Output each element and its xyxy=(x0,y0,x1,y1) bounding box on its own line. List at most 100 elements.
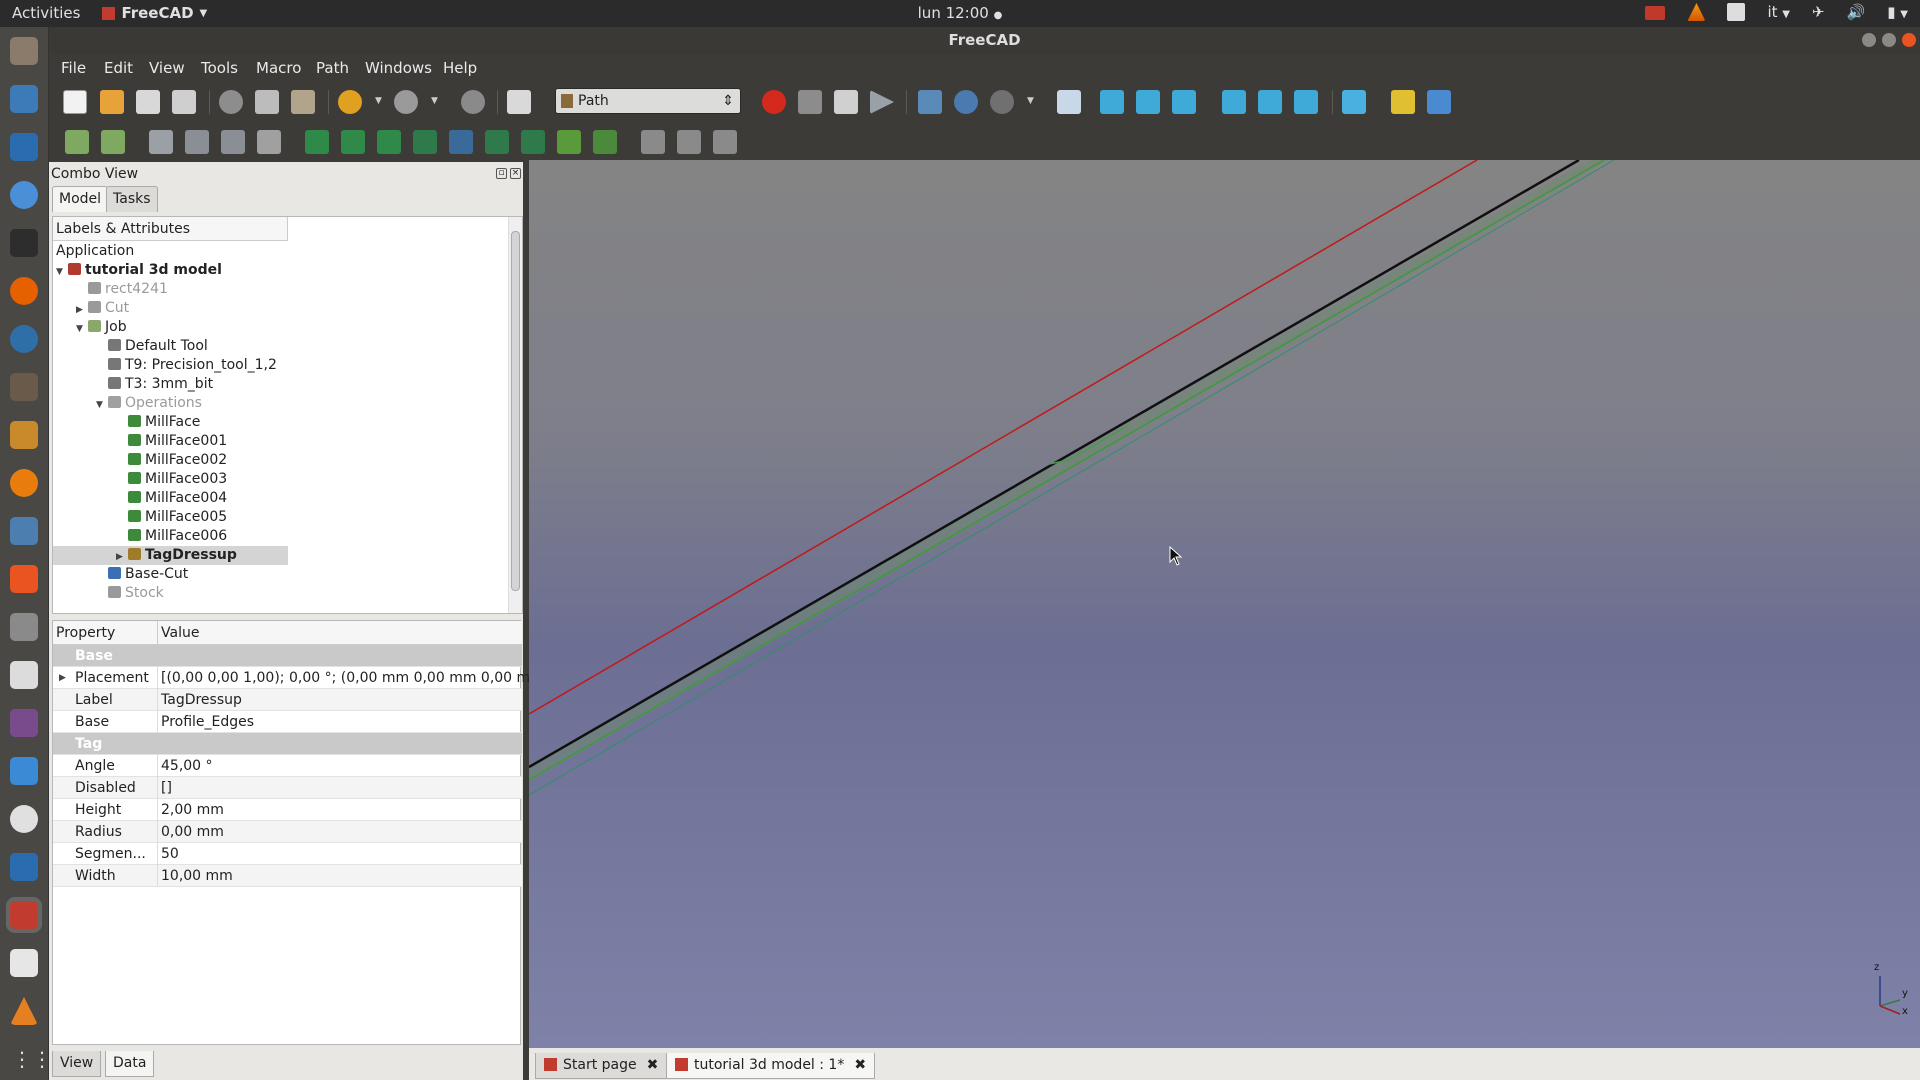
dressup-tool-icon[interactable] xyxy=(641,130,665,154)
menu-macro[interactable]: Macro xyxy=(256,59,301,77)
menu-windows[interactable]: Windows xyxy=(365,59,432,77)
macro-edit-icon[interactable] xyxy=(834,90,858,114)
job-create-icon[interactable] xyxy=(65,130,89,154)
menu-view[interactable]: View xyxy=(149,59,185,77)
expand-arrow-icon[interactable]: ▶ xyxy=(59,667,66,689)
property-row[interactable]: Segmen... 50 xyxy=(53,843,522,865)
tree-item[interactable]: MillFace003 xyxy=(53,470,288,489)
property-value[interactable]: TagDressup xyxy=(157,689,242,711)
workbench-selector[interactable]: Path ⇕ xyxy=(555,88,741,114)
minimize-icon[interactable] xyxy=(1862,33,1876,47)
job-export-icon[interactable] xyxy=(101,130,125,154)
millface-tool-icon[interactable] xyxy=(413,130,437,154)
freecad-launcher-icon[interactable] xyxy=(10,901,38,929)
close-tab-icon[interactable]: ✖ xyxy=(647,1057,659,1073)
array-icon[interactable] xyxy=(677,130,701,154)
isometric-view-icon[interactable] xyxy=(1057,90,1081,114)
tree-item[interactable]: ▼ Job xyxy=(53,318,288,337)
bottom-view-icon[interactable] xyxy=(1258,90,1282,114)
measure-icon[interactable] xyxy=(1342,90,1366,114)
menu-help[interactable]: Help xyxy=(443,59,477,77)
profile-icon[interactable] xyxy=(305,130,329,154)
property-row[interactable]: Label TagDressup xyxy=(53,689,522,711)
tree-item[interactable]: ▼ Operations xyxy=(53,394,288,413)
tab-start-page[interactable]: Start page ✖ xyxy=(535,1053,668,1079)
tree-item[interactable]: MillFace xyxy=(53,413,288,432)
tab-model[interactable]: Model xyxy=(52,186,109,212)
close-tab-icon[interactable]: ✖ xyxy=(854,1057,866,1073)
menu-file[interactable]: File xyxy=(61,59,86,77)
maximize-icon[interactable] xyxy=(1882,33,1896,47)
property-value[interactable]: 50 xyxy=(157,843,179,865)
tools-icon[interactable] xyxy=(10,613,38,641)
app-menu[interactable]: FreeCAD ▼ xyxy=(102,4,207,22)
tree-item[interactable]: Default Tool xyxy=(53,337,288,356)
rear-view-icon[interactable] xyxy=(1222,90,1246,114)
airplane-icon[interactable]: ✈ xyxy=(1812,3,1825,21)
software-icon[interactable] xyxy=(10,517,38,545)
macro-stop-icon[interactable] xyxy=(798,90,822,114)
inspect-icon[interactable] xyxy=(185,130,209,154)
files-icon[interactable] xyxy=(10,37,38,65)
deburr-icon[interactable] xyxy=(593,130,617,154)
tree-item[interactable]: T3: 3mm_bit xyxy=(53,375,288,394)
thunderbird-icon[interactable] xyxy=(10,85,38,113)
draw-style-icon[interactable] xyxy=(990,90,1014,114)
property-row[interactable]: Height 2,00 mm xyxy=(53,799,522,821)
pocket-icon[interactable] xyxy=(377,130,401,154)
writer-icon[interactable] xyxy=(10,133,38,161)
top-view-icon[interactable] xyxy=(1136,90,1160,114)
menu-tools[interactable]: Tools xyxy=(201,59,238,77)
tree-item[interactable]: Base-Cut xyxy=(53,565,288,584)
property-row[interactable]: Disabled [] xyxy=(53,777,522,799)
property-value[interactable]: 45,00 ° xyxy=(157,755,213,777)
tab-tutorial-model[interactable]: tutorial 3d model : 1* ✖ xyxy=(666,1053,876,1079)
battery-icon[interactable]: ▮ ▼ xyxy=(1887,3,1908,21)
firefox-icon[interactable] xyxy=(10,277,38,305)
terminal-icon[interactable] xyxy=(10,229,38,257)
activities-button[interactable]: Activities xyxy=(12,4,80,22)
model-tree[interactable]: Labels & Attributes Application ▼ tutorial… xyxy=(52,216,523,614)
property-value[interactable]: 2,00 mm xyxy=(157,799,224,821)
clock[interactable]: lun 12:00 xyxy=(918,4,989,22)
left-view-icon[interactable] xyxy=(1294,90,1318,114)
copy-icon[interactable] xyxy=(255,90,279,114)
engrave-icon[interactable] xyxy=(557,130,581,154)
scrollbar-thumb[interactable] xyxy=(511,231,520,591)
front-view-icon[interactable] xyxy=(1100,90,1124,114)
volume-icon[interactable]: 🔊 xyxy=(1847,3,1866,21)
transfer-icon[interactable] xyxy=(10,757,38,785)
scribus-icon[interactable] xyxy=(10,421,38,449)
paste-icon[interactable] xyxy=(291,90,315,114)
tree-item[interactable]: MillFace001 xyxy=(53,432,288,451)
macro-run-icon[interactable] xyxy=(870,90,894,114)
record-icon[interactable] xyxy=(1645,6,1666,20)
fit-selection-icon[interactable] xyxy=(954,90,978,114)
eye-icon[interactable] xyxy=(10,805,38,833)
print-icon[interactable] xyxy=(172,90,196,114)
save-icon[interactable] xyxy=(136,90,160,114)
close-icon[interactable] xyxy=(1902,33,1916,47)
custom-icon[interactable] xyxy=(713,130,737,154)
cube-icon[interactable] xyxy=(10,853,38,881)
tree-item[interactable]: MillFace005 xyxy=(53,508,288,527)
chevron-down-icon[interactable]: ▼ xyxy=(375,96,382,106)
drilling-icon[interactable] xyxy=(449,130,473,154)
clipboard-icon[interactable] xyxy=(1727,3,1746,21)
vlc-launcher-icon[interactable] xyxy=(10,997,38,1025)
tree-item[interactable]: ▶ Cut xyxy=(53,299,288,318)
tab-tasks[interactable]: Tasks xyxy=(106,186,158,212)
3d-viewport[interactable]: z y x xyxy=(529,160,1920,1048)
open-icon[interactable] xyxy=(100,90,124,114)
contour-icon[interactable] xyxy=(341,130,365,154)
vlc-icon[interactable] xyxy=(1687,3,1706,21)
chromium-icon[interactable] xyxy=(10,181,38,209)
tree-item[interactable]: rect4241 xyxy=(53,280,288,299)
tree-item[interactable]: MillFace002 xyxy=(53,451,288,470)
menu-path[interactable]: Path xyxy=(316,59,349,77)
tree-scrollbar[interactable] xyxy=(508,217,522,613)
keyboard-layout-indicator[interactable]: it ▼ xyxy=(1767,3,1790,21)
post-process-icon[interactable] xyxy=(149,130,173,154)
property-row[interactable]: Base Profile_Edges xyxy=(53,711,522,733)
part-icon[interactable] xyxy=(1391,90,1415,114)
